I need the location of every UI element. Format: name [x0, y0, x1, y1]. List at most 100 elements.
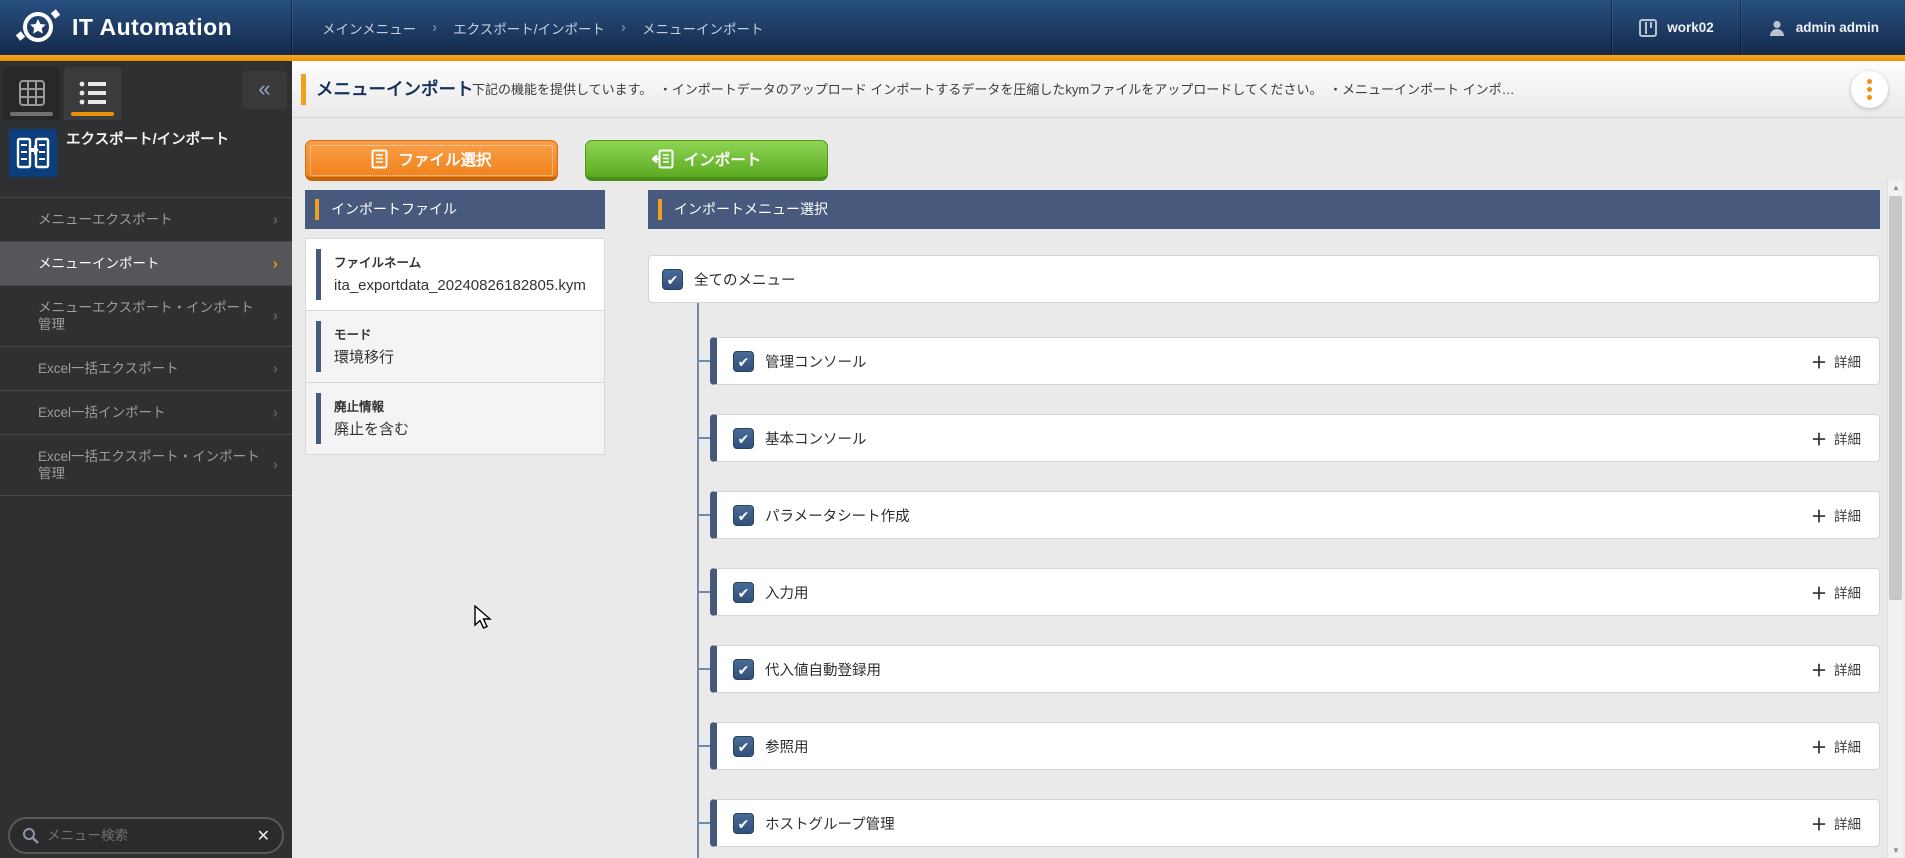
tab-dashboard[interactable]	[3, 67, 60, 120]
user-name: admin admin	[1796, 20, 1879, 35]
checkbox[interactable]: ✔	[733, 351, 754, 372]
vertical-scrollbar[interactable]: ▲ ▼	[1887, 180, 1903, 858]
user-menu[interactable]: admin admin	[1740, 0, 1905, 55]
sidebar-item-menu-export-import-management[interactable]: メニューエクスポート・インポート管理 ›	[0, 286, 292, 347]
file-name-value: ita_exportdata_20240826182805.kym	[334, 275, 586, 297]
sidebar-item-excel-export-import-management[interactable]: Excel一括エクスポート・インポート管理 ›	[0, 435, 292, 496]
scroll-down-icon[interactable]: ▼	[1888, 843, 1904, 858]
breadcrumb-export-import[interactable]: エクスポート/インポート	[453, 18, 605, 38]
import-label: インポート	[684, 148, 762, 170]
sidebar-item-label: メニューエクスポート・インポート管理	[38, 300, 254, 332]
app-header: IT Automation メインメニュー › エクスポート/インポート › メ…	[0, 0, 1905, 55]
detail-button[interactable]: ＋詳細	[1811, 503, 1861, 527]
menu-select-panel-title: インポートメニュー選択	[674, 190, 828, 229]
check-icon: ✔	[738, 585, 750, 601]
detail-button[interactable]: ＋詳細	[1811, 657, 1861, 681]
app-title: IT Automation	[72, 14, 232, 41]
checkbox[interactable]: ✔	[733, 428, 754, 449]
panel-accent-bar	[658, 199, 662, 220]
page-title: メニューインポート	[316, 61, 474, 118]
chevron-right-icon: ›	[273, 255, 278, 272]
app-logo[interactable]: IT Automation	[16, 7, 232, 47]
detail-label: 詳細	[1834, 582, 1861, 602]
page-title-bar: メニューインポート 下記の機能を提供しています。 ・インポートデータのアップロー…	[292, 61, 1905, 118]
sidebar-item-label: メニューインポート	[38, 256, 160, 271]
sidebar-item-excel-export[interactable]: Excel一括エクスポート ›	[0, 347, 292, 391]
kebab-dot	[1867, 79, 1872, 84]
detail-label: 詳細	[1834, 351, 1861, 371]
sidebar-item-menu-export[interactable]: メニューエクスポート ›	[0, 198, 292, 242]
chevron-right-icon: ›	[273, 457, 278, 474]
checkbox-all-menus[interactable]: ✔	[662, 269, 683, 290]
sidebar-menu: メニューエクスポート › メニューインポート › メニューエクスポート・インポー…	[0, 197, 292, 496]
detail-label: 詳細	[1834, 736, 1861, 756]
plus-icon: ＋	[1811, 734, 1827, 758]
panel-accent-bar	[315, 199, 319, 220]
tree-row-substitution-auto-registration: ✔ 代入値自動登録用 ＋詳細	[710, 645, 1880, 693]
tree-row-label: 基本コンソール	[765, 428, 867, 449]
detail-button[interactable]: ＋詳細	[1811, 580, 1861, 604]
breadcrumb-separator-icon: ›	[621, 19, 626, 36]
sidebar-section-header: エクスポート/インポート	[0, 125, 292, 197]
tree-stub	[697, 437, 710, 439]
tab-menu-list[interactable]	[64, 67, 121, 120]
sidebar-item-label: Excel一括エクスポート	[38, 361, 179, 376]
sidebar-collapse-button[interactable]: «	[242, 71, 287, 109]
check-icon: ✔	[738, 816, 750, 832]
sidebar-item-excel-import[interactable]: Excel一括インポート ›	[0, 391, 292, 435]
check-icon: ✔	[738, 739, 750, 755]
export-import-icon	[9, 129, 57, 177]
close-icon[interactable]: ✕	[257, 826, 270, 846]
import-button[interactable]: インポート	[585, 140, 828, 181]
tree-row-label: パラメータシート作成	[765, 505, 910, 526]
file-select-label: ファイル選択	[398, 148, 491, 170]
checkbox[interactable]: ✔	[733, 659, 754, 680]
tree-row-label: 管理コンソール	[765, 351, 867, 372]
chevron-right-icon: ›	[273, 360, 278, 377]
plus-icon: ＋	[1811, 811, 1827, 835]
page-menu-button[interactable]	[1851, 71, 1888, 108]
scroll-up-icon[interactable]: ▲	[1888, 180, 1904, 195]
tree-stub	[697, 745, 710, 747]
detail-button[interactable]: ＋詳細	[1811, 349, 1861, 373]
tree-stub	[697, 514, 710, 516]
user-icon	[1767, 18, 1787, 38]
section-accent-bar	[316, 393, 321, 444]
file-select-button[interactable]: ファイル選択	[305, 140, 558, 181]
checkbox[interactable]: ✔	[733, 736, 754, 757]
title-accent-bar	[301, 74, 306, 105]
mode-section: モード 環境移行	[306, 310, 604, 382]
section-accent-bar	[316, 249, 321, 300]
header-divider	[291, 0, 292, 55]
checkbox[interactable]: ✔	[733, 505, 754, 526]
breadcrumb-main-menu[interactable]: メインメニュー	[322, 18, 416, 38]
workspace-selector[interactable]: work02	[1611, 0, 1740, 55]
exastro-logo-icon	[16, 7, 60, 47]
tree-row-parameter-sheet-creation: ✔ パラメータシート作成 ＋詳細	[710, 491, 1880, 539]
checkbox[interactable]: ✔	[733, 813, 754, 834]
chevron-right-icon: ›	[273, 404, 278, 421]
detail-button[interactable]: ＋詳細	[1811, 811, 1861, 835]
detail-button[interactable]: ＋ 詳細	[1811, 734, 1861, 758]
scrollbar-thumb[interactable]	[1889, 196, 1902, 600]
chevron-right-icon: ›	[273, 308, 278, 325]
sidebar: « エクスポート/インポート メニューエクスポート › メニューインポート	[0, 61, 292, 858]
sidebar-section-title: エクスポート/インポート	[66, 130, 281, 150]
file-name-section: ファイルネーム ita_exportdata_20240826182805.ky…	[306, 239, 604, 310]
file-icon	[371, 149, 388, 169]
breadcrumb-separator-icon: ›	[432, 19, 437, 36]
menu-search-box: ✕	[8, 817, 284, 854]
breadcrumb: メインメニュー › エクスポート/インポート › メニューインポート	[322, 0, 763, 55]
check-icon: ✔	[738, 508, 750, 524]
tab-underline	[10, 112, 53, 116]
sidebar-item-menu-import[interactable]: メニューインポート ›	[0, 242, 292, 286]
discard-info-label: 廃止情報	[334, 396, 586, 415]
discard-info-value: 廃止を含む	[334, 419, 586, 441]
detail-button[interactable]: ＋詳細	[1811, 426, 1861, 450]
tree-row-reference: ✔ 参照用 ＋詳細	[710, 722, 1880, 770]
checkbox[interactable]: ✔	[733, 582, 754, 603]
kebab-dot	[1867, 95, 1872, 100]
sidebar-item-label: メニューエクスポート	[38, 212, 173, 227]
search-input[interactable]	[47, 828, 249, 843]
detail-label: 詳細	[1834, 505, 1861, 525]
